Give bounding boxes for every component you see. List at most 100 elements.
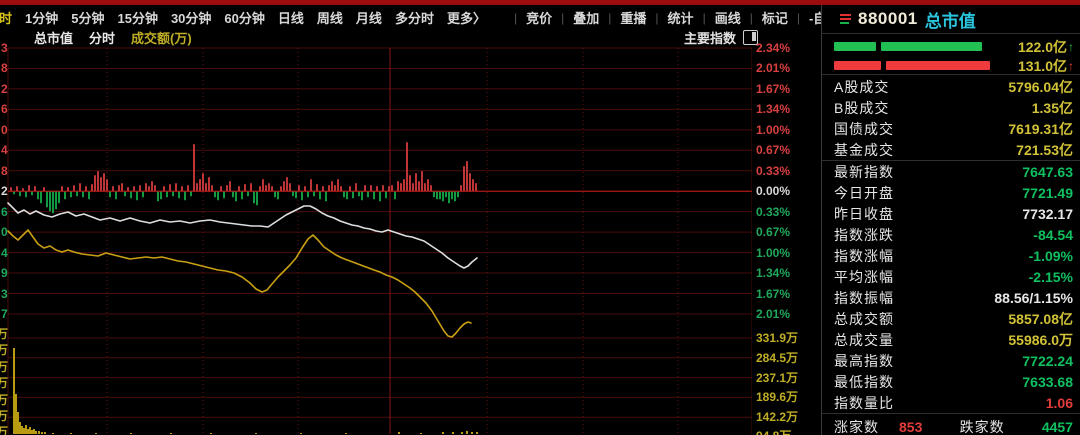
quote-row-label: 国债成交 [834, 119, 894, 139]
quote-row-value: 7647.63 [1022, 164, 1073, 180]
quote-row-label: 指数振幅 [834, 288, 894, 308]
gauge-value: 122.0亿 [1018, 37, 1067, 57]
quote-row-value: 88.56/1.15% [994, 290, 1073, 306]
left-axis-digit: 7 [1, 307, 8, 321]
left-axis-digit: 8 [1, 61, 8, 75]
gauge-row-1: 122.0亿↑ [822, 37, 1080, 56]
quote-row-value: 1.06 [1046, 395, 1073, 411]
quote-row: 最高指数 7722.24 [822, 350, 1080, 371]
quote-row: 指数涨跌-84.54 [822, 224, 1080, 245]
gauge-segment [886, 61, 990, 70]
advancers-decliners: 涨家数 853 跌家数 4457 [822, 415, 1080, 435]
gauge-row-2: 131.0亿↑ [822, 56, 1080, 75]
quote-row: 总成交额 5857.08亿 [822, 308, 1080, 329]
gauge-segment [881, 42, 982, 51]
volume-axis-label: 94.8万 [756, 429, 791, 435]
left-axis-digit: 6 [1, 205, 8, 219]
quote-row-value: 1.35亿 [1032, 98, 1073, 118]
quote-row-value: -1.09% [1029, 248, 1073, 264]
gauge-segment [834, 42, 876, 51]
quote-row-label: 最新指数 [834, 162, 894, 182]
quote-row: 指数量比 1.06 [822, 392, 1080, 414]
pct-axis-label: 1.34% [756, 266, 790, 280]
pct-axis-label: 0.67% [756, 225, 790, 239]
pct-axis-label: 1.00% [756, 246, 790, 260]
gauge-segment [834, 61, 881, 70]
left-axis-vol-fragment: 万 [0, 360, 8, 374]
decliners-value: 4457 [1042, 419, 1073, 435]
quote-row-value: 55986.0万 [1008, 330, 1073, 350]
quote-row-label: 指数量比 [834, 393, 894, 413]
trading-app-window: 分时1分钟5分钟15分钟30分钟60分钟日线周线月线多分时更多〉 |竞价|叠加|… [0, 0, 1080, 435]
left-axis-digit: 2 [1, 184, 8, 198]
quote-row-label: 最低指数 [834, 372, 894, 392]
volume-axis-label: 284.5万 [756, 351, 798, 365]
quote-row: 总成交量 55986.0万 [822, 329, 1080, 350]
quote-row: A股成交 5796.04亿 [822, 76, 1080, 97]
quote-row: 指数振幅 88.56/1.15% [822, 287, 1080, 308]
quote-row: 国债成交7619.31亿 [822, 118, 1080, 139]
arrow-up-icon: ↑ [1068, 40, 1074, 54]
pct-axis-label: 0.67% [756, 143, 790, 157]
left-axis-vol-fragment: 万 [0, 409, 8, 423]
quote-row-value: 7633.68 [1022, 374, 1073, 390]
volume-axis-label: 331.9万 [756, 331, 798, 345]
left-axis-vol-fragment: 万 [0, 343, 8, 357]
intraday-chart[interactable]: 38260482604937万万万万万万万 2.34%2.01%1.67%1.3… [0, 0, 821, 435]
quote-row: 今日开盘 7721.49 [822, 182, 1080, 203]
left-axis-vol-fragment: 万 [0, 393, 8, 407]
quote-row: B股成交 1.35亿 [822, 97, 1080, 118]
advancers-value: 853 [885, 419, 922, 435]
left-axis-digit: 4 [1, 143, 8, 157]
volume-axis-label: 142.2万 [756, 410, 798, 424]
quote-row-label: 基金成交 [834, 140, 894, 160]
left-axis-digit: 0 [1, 123, 8, 137]
buy-sell-gauge: 122.0亿↑131.0亿↑ [822, 34, 1080, 75]
left-axis-digit: 3 [1, 41, 8, 55]
pct-axis-label: 0.33% [756, 205, 790, 219]
left-axis-vol-fragment: 万 [0, 327, 8, 341]
quote-row-value: 7732.17 [1022, 206, 1073, 222]
quote-row-label: 总成交量 [834, 330, 894, 350]
pct-axis-label: 0.00% [756, 184, 790, 198]
pct-axis-label: 2.01% [756, 307, 790, 321]
advancers-label: 涨家数 [834, 417, 879, 435]
quote-row-label: 指数涨幅 [834, 246, 894, 266]
left-axis-vol-fragment: 万 [0, 376, 8, 390]
quote-row-label: B股成交 [834, 98, 889, 118]
pct-axis-label: 1.67% [756, 287, 790, 301]
stock-name: 总市值 [925, 7, 976, 32]
quote-row: 最新指数 7647.63 [822, 161, 1080, 182]
quote-panel: 880001 总市值 122.0亿↑131.0亿↑ A股成交5796.04亿B股… [821, 5, 1080, 435]
quote-row-value: -2.15% [1029, 269, 1073, 285]
quote-row-label: 今日开盘 [834, 183, 894, 203]
quote-row-label: 总成交额 [834, 309, 894, 329]
volume-axis-label: 237.1万 [756, 371, 798, 385]
quote-row-value: 5796.04亿 [1008, 77, 1073, 97]
quote-row-value: 7722.24 [1022, 353, 1073, 369]
pct-axis-label: 1.34% [756, 102, 790, 116]
quote-row: 基金成交721.53亿 [822, 139, 1080, 161]
quote-row-label: 指数涨跌 [834, 225, 894, 245]
quote-row-label: A股成交 [834, 77, 889, 97]
quote-row-value: 5857.08亿 [1008, 309, 1073, 329]
quote-row: 平均涨幅-2.15% [822, 266, 1080, 287]
left-axis-digit: 3 [1, 287, 8, 301]
pct-axis-label: 1.00% [756, 123, 790, 137]
quote-panel-header: 880001 总市值 [822, 5, 1080, 34]
left-axis-digit: 6 [1, 102, 8, 116]
volume-axis-label: 189.6万 [756, 390, 798, 404]
quote-row-value: 7721.49 [1022, 185, 1073, 201]
pct-axis-label: 0.33% [756, 164, 790, 178]
left-axis-digit: 8 [1, 164, 8, 178]
quote-row-label: 最高指数 [834, 351, 894, 371]
levels-menu-icon[interactable] [840, 14, 851, 24]
quote-row: 昨日收盘7732.17 [822, 203, 1080, 224]
chart-canvas [0, 0, 752, 435]
left-axis-digit: 0 [1, 225, 8, 239]
left-axis-digit: 4 [1, 246, 8, 260]
quote-row: 指数涨幅 -1.09% [822, 245, 1080, 266]
left-axis-digit: 9 [1, 266, 8, 280]
left-axis-digit: 2 [1, 82, 8, 96]
pct-axis-label: 1.67% [756, 82, 790, 96]
